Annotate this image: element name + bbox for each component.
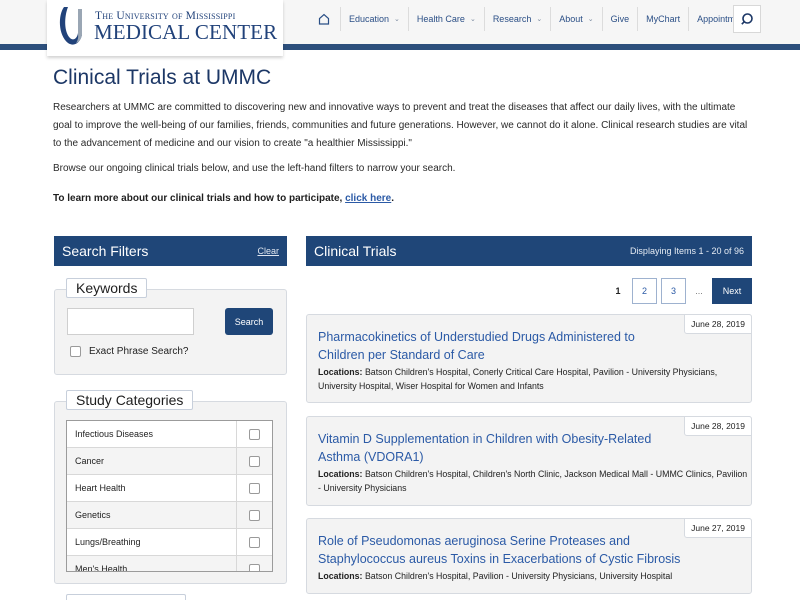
page-link[interactable]: 3 [661, 278, 686, 304]
logo-mark-icon [59, 7, 82, 45]
chevron-down-icon: ⌄ [587, 16, 594, 23]
nav-mychart[interactable]: MyChart [637, 7, 688, 31]
trial-locations: Locations: Batson Children's Hospital, C… [318, 469, 748, 493]
next-page-button[interactable]: Next [712, 278, 752, 304]
trial-title-link[interactable]: Pharmacokinetics of Understudied Drugs A… [318, 328, 678, 364]
page-link[interactable]: 2 [632, 278, 657, 304]
category-checkbox[interactable] [249, 455, 260, 467]
nav-education[interactable]: Education ⌄ [340, 7, 408, 31]
study-categories-legend: Study Categories [66, 390, 194, 410]
clinical-trials-header: Clinical Trials Displaying Items 1 - 20 … [306, 236, 752, 266]
category-row[interactable]: Genetics [67, 502, 272, 529]
search-filters-title: Search Filters [62, 243, 149, 259]
keywords-search-button[interactable]: Search [225, 308, 273, 335]
category-row[interactable]: Lungs/Breathing [67, 529, 272, 556]
trial-card: June 28, 2019 Vitamin D Supplementation … [306, 416, 752, 506]
site-search-button[interactable] [733, 5, 761, 33]
nav-home[interactable] [310, 7, 340, 31]
clear-filters-link[interactable]: Clear [257, 246, 279, 256]
trial-card: June 28, 2019 Pharmacokinetics of Unders… [306, 314, 752, 403]
category-row[interactable]: Heart Health [67, 475, 272, 502]
trial-date: June 28, 2019 [684, 416, 752, 436]
page-title: Clinical Trials at UMMC [53, 66, 272, 89]
clinical-trials-title: Clinical Trials [314, 243, 397, 259]
trial-locations: Locations: Batson Children's Hospital, P… [318, 571, 673, 581]
click-here-link[interactable]: click here [345, 193, 391, 204]
chevron-down-icon: ⌄ [394, 16, 400, 23]
trial-title-link[interactable]: Vitamin D Supplementation in Children wi… [318, 430, 678, 466]
nav-research[interactable]: Research ⌄ [483, 7, 550, 31]
trial-card: June 27, 2019 Role of Pseudomonas aerugi… [306, 518, 752, 594]
nav-give[interactable]: Give [601, 7, 638, 31]
ummc-logo[interactable]: The University of Mississippi MEDICAL CE… [47, 0, 283, 56]
category-row[interactable]: Infectious Diseases [67, 421, 272, 448]
intro-paragraph: Researchers at UMMC are committed to dis… [53, 102, 748, 149]
keywords-legend: Keywords [66, 278, 148, 298]
nav-health-care[interactable]: Health Care ⌄ [407, 7, 484, 31]
exact-phrase-label: Exact Phrase Search? [89, 346, 189, 357]
home-icon [318, 13, 330, 25]
category-checkbox[interactable] [249, 563, 260, 571]
trial-date: June 28, 2019 [684, 314, 752, 334]
category-checkbox[interactable] [249, 428, 260, 440]
next-filter-legend [66, 594, 186, 600]
main-nav: Education ⌄ Health Care ⌄ Research ⌄ About ⌄… [310, 4, 760, 34]
pagination: 1 2 3 ... Next [604, 278, 752, 304]
exact-phrase-option[interactable]: Exact Phrase Search? [70, 346, 189, 357]
nav-about[interactable]: About ⌄ [550, 7, 601, 31]
study-categories-list[interactable]: Infectious Diseases Cancer Heart Health … [66, 420, 273, 572]
category-row[interactable]: Cancer [67, 448, 272, 475]
keywords-input[interactable] [67, 308, 194, 335]
logo-line2: MEDICAL CENTER [94, 20, 278, 44]
category-checkbox[interactable] [249, 482, 260, 494]
category-row[interactable]: Men's Health [67, 556, 272, 571]
learn-more-text: To learn more about our clinical trials … [53, 193, 395, 204]
category-checkbox[interactable] [249, 509, 260, 521]
results-count: Displaying Items 1 - 20 of 96 [629, 246, 744, 256]
exact-phrase-checkbox[interactable] [70, 346, 81, 357]
search-icon [741, 13, 753, 25]
search-filters-header: Search Filters Clear [54, 236, 287, 266]
page-ellipsis: ... [695, 286, 703, 296]
chevron-down-icon: ⌄ [536, 16, 543, 23]
page-current: 1 [615, 286, 621, 296]
category-checkbox[interactable] [249, 536, 260, 548]
trial-locations: Locations: Batson Children's Hospital, C… [318, 367, 718, 391]
trial-title-link[interactable]: Role of Pseudomonas aeruginosa Serine Pr… [318, 532, 698, 568]
chevron-down-icon: ⌄ [469, 16, 476, 23]
browse-text: Browse our ongoing clinical trials below… [53, 163, 456, 174]
